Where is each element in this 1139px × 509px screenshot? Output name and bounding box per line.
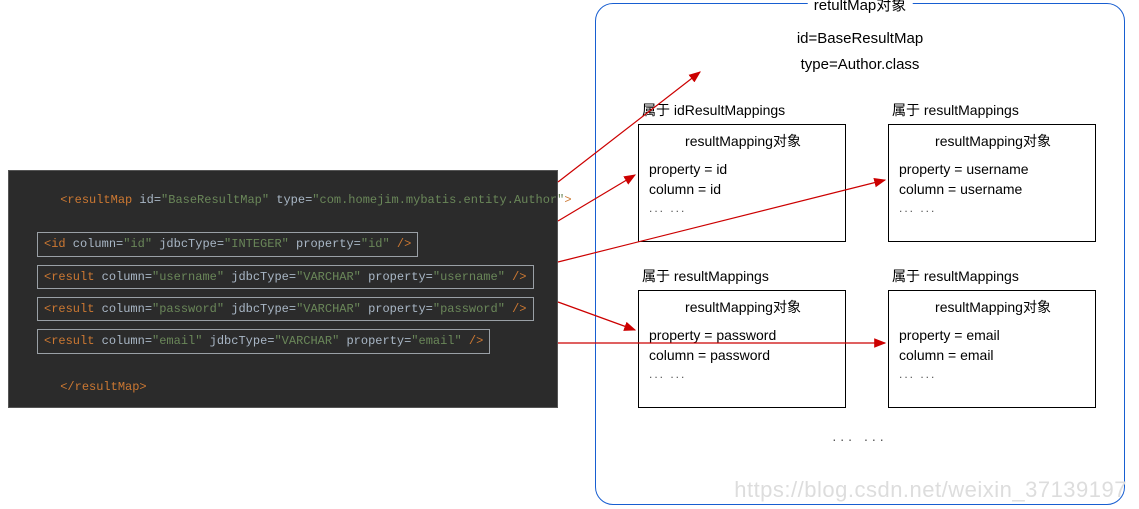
mapping-obj-title: resultMapping对象 — [649, 131, 837, 151]
dots: ... ... — [649, 201, 837, 215]
mapping-obj-title: resultMapping对象 — [899, 297, 1087, 317]
big-box-type: type=Author.class — [801, 56, 920, 73]
mapping-property: property = id — [649, 161, 837, 177]
mapping-column: column = email — [899, 347, 1087, 363]
mapping-obj-title: resultMapping对象 — [649, 297, 837, 317]
code-row-id: <id column="id" jdbcType="INTEGER" prope… — [37, 232, 418, 256]
xml-code-panel: <resultMap id="BaseResultMap" type="com.… — [8, 170, 558, 408]
mapping-label: 属于 resultMappings — [642, 266, 848, 286]
mapping-box: resultMapping对象 property = password colu… — [638, 290, 846, 408]
dots: ... ... — [899, 201, 1087, 215]
mapping-box: resultMapping对象 property = username colu… — [888, 124, 1096, 242]
mapping-property: property = email — [899, 327, 1087, 343]
mapping-property: property = password — [649, 327, 837, 343]
code-row-email: <result column="email" jdbcType="VARCHAR… — [37, 329, 490, 353]
code-row-username: <result column="username" jdbcType="VARC… — [37, 265, 534, 289]
resultmap-object-box: retultMap对象 id=BaseResultMap type=Author… — [595, 3, 1125, 505]
mapping-obj-title: resultMapping对象 — [899, 131, 1087, 151]
mapping-password: 属于 resultMappings resultMapping对象 proper… — [638, 266, 848, 408]
mapping-label: 属于 resultMappings — [892, 100, 1098, 120]
mapping-username: 属于 resultMappings resultMapping对象 proper… — [888, 100, 1098, 242]
big-box-title: retultMap对象 — [808, 0, 913, 15]
diagram-canvas: <resultMap id="BaseResultMap" type="com.… — [0, 0, 1139, 509]
mapping-box: resultMapping对象 property = id column = i… — [638, 124, 846, 242]
code-open-tag: <resultMap id="BaseResultMap" type="com.… — [17, 177, 549, 228]
mapping-property: property = username — [899, 161, 1087, 177]
mapping-id: 属于 idResultMappings resultMapping对象 prop… — [638, 100, 848, 242]
mapping-column: column = username — [899, 181, 1087, 197]
big-box-dots: ... ... — [832, 428, 887, 444]
mapping-column: column = id — [649, 181, 837, 197]
mapping-email: 属于 resultMappings resultMapping对象 proper… — [888, 266, 1098, 408]
mapping-column: column = password — [649, 347, 837, 363]
dots: ... ... — [649, 367, 837, 381]
big-box-id: id=BaseResultMap — [797, 30, 923, 47]
mapping-box: resultMapping对象 property = email column … — [888, 290, 1096, 408]
mapping-label: 属于 resultMappings — [892, 266, 1098, 286]
mapping-label: 属于 idResultMappings — [642, 100, 848, 120]
code-row-password: <result column="password" jdbcType="VARC… — [37, 297, 534, 321]
dots: ... ... — [899, 367, 1087, 381]
code-close-tag: </resultMap> — [17, 358, 549, 409]
